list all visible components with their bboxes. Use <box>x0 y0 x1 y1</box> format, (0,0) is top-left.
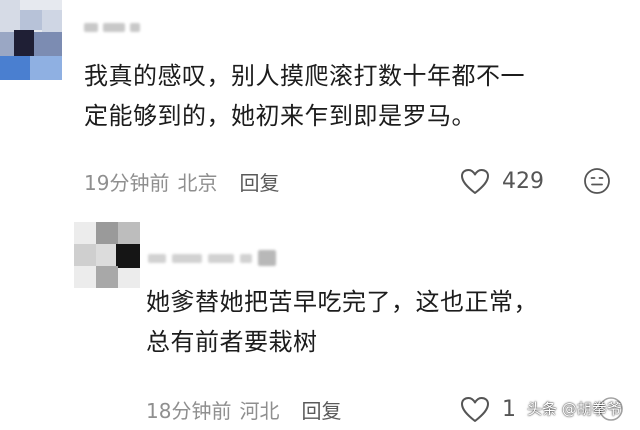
reply-button[interactable]: 回复 <box>301 395 341 424</box>
blurred-name-fragment <box>84 22 98 32</box>
comment-time: 19分钟前 <box>84 170 170 195</box>
comment-text-line: 她爹替她把苦早吃完了，这也正常， <box>146 288 538 316</box>
comment-location: 北京 <box>177 170 218 195</box>
comment-meta: 18分钟前 河北 回复 <box>146 394 341 424</box>
heart-outline-icon <box>460 168 490 195</box>
comment-text: 她爹替她把苦早吃完了，这也正常， 总有前者要栽树 <box>146 282 616 362</box>
blurred-name-fragment <box>172 253 202 263</box>
comment-time: 18分钟前 <box>146 398 232 423</box>
blurred-name-fragment <box>103 22 125 32</box>
comment-text: 我真的感叹，别人摸爬滚打数十年都不一 定能够到的，她初来乍到即是罗马。 <box>84 56 554 136</box>
like-button[interactable]: 1 <box>460 394 516 424</box>
comment-text-line: 定能够到的，她初来乍到即是罗马。 <box>84 102 476 130</box>
comment-feed: 我真的感叹，别人摸爬滚打数十年都不一 定能够到的，她初来乍到即是罗马。 19分钟… <box>0 0 640 430</box>
blurred-name-fragment <box>258 250 276 266</box>
heart-outline-icon <box>460 396 490 423</box>
blurred-name-fragment <box>130 22 140 32</box>
reply-button[interactable]: 回复 <box>239 167 279 196</box>
like-count: 429 <box>502 168 544 194</box>
comment-meta: 19分钟前 北京 回复 <box>84 166 279 196</box>
comment-location: 河北 <box>239 398 280 423</box>
username-blurred[interactable] <box>84 18 140 36</box>
emoji-face-icon[interactable] <box>583 167 611 195</box>
avatar[interactable] <box>0 0 62 80</box>
blurred-name-fragment <box>240 253 252 263</box>
username-blurred[interactable] <box>148 247 276 269</box>
blurred-name-fragment <box>208 253 234 263</box>
like-count: 1 <box>502 396 516 422</box>
avatar[interactable] <box>74 222 140 288</box>
watermark: 头条 @胡拳爷 <box>527 400 622 418</box>
like-button[interactable]: 429 <box>460 166 544 196</box>
blurred-name-fragment <box>148 253 166 263</box>
comment-text-line: 总有前者要栽树 <box>146 328 318 356</box>
comment-text-line: 我真的感叹，别人摸爬滚打数十年都不一 <box>84 62 525 90</box>
